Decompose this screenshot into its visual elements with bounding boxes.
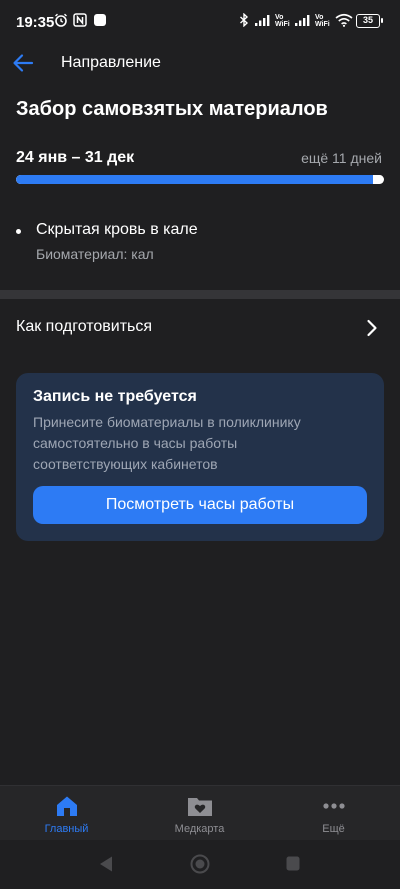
- back-button[interactable]: [10, 50, 36, 76]
- bluetooth-icon: [238, 12, 252, 28]
- nav-label-more: Ещё: [322, 823, 345, 835]
- status-bar: 19:35 Vo WiFi Vo WiFi 35: [0, 0, 400, 46]
- volte-indicator-1: Vo WiFi: [275, 14, 290, 28]
- system-nav-bar: [0, 840, 400, 889]
- view-hours-button[interactable]: Посмотреть часы работы: [33, 486, 367, 524]
- system-back-icon[interactable]: [98, 855, 114, 873]
- no-appointment-card: Запись не требуется Принесите биоматериа…: [16, 373, 384, 541]
- date-range: 24 янв – 31 дек: [16, 149, 135, 166]
- signal-icon-2: [294, 13, 311, 27]
- card-text: Принесите биоматериалы в поликлинику сам…: [33, 414, 301, 472]
- service-name: Скрытая кровь в кале: [36, 221, 198, 238]
- volte-indicator-2: Vo WiFi: [315, 14, 330, 28]
- nav-label-home: Главный: [44, 823, 89, 835]
- bullet: [16, 229, 21, 234]
- home-icon: [56, 796, 77, 816]
- nav-item-medcard[interactable]: Медкарта: [133, 786, 266, 841]
- nav-item-more[interactable]: Ещё: [267, 786, 400, 841]
- arrow-left-icon: [13, 54, 34, 72]
- app-notification-icon: [93, 13, 107, 27]
- nav-item-home[interactable]: Главный: [0, 786, 133, 841]
- app-bar: Направление: [0, 42, 400, 84]
- nav-label-medcard: Медкарта: [174, 823, 225, 835]
- how-to-prepare-row[interactable]: Как подготовиться: [0, 300, 400, 356]
- volte-text: WiFi: [275, 21, 290, 28]
- service-biomaterial: Биоматериал: кал: [36, 246, 154, 262]
- status-time: 19:35: [16, 14, 55, 31]
- volte-text: Vo: [315, 14, 324, 21]
- signal-icon-1: [254, 13, 271, 27]
- system-recents-icon[interactable]: [286, 856, 300, 871]
- alarm-icon: [54, 13, 68, 27]
- bottom-nav: Главный Медкарта Ещё: [0, 785, 400, 840]
- validity-progress-bar: [16, 175, 384, 184]
- volte-text: Vo: [275, 14, 284, 21]
- more-icon: [322, 803, 345, 809]
- volte-text: WiFi: [315, 21, 330, 28]
- wifi-icon: [335, 13, 353, 27]
- days-left: ещё 11 дней: [301, 150, 382, 166]
- section-divider: [0, 290, 400, 299]
- system-home-icon[interactable]: [190, 854, 210, 874]
- nfc-icon: [73, 13, 87, 27]
- how-to-prepare-label: Как подготовиться: [16, 318, 153, 335]
- card-title: Запись не требуется: [33, 388, 197, 405]
- page-title: Забор самовзятых материалов: [16, 98, 328, 120]
- chevron-right-icon: [367, 319, 377, 337]
- medcard-icon: [187, 798, 212, 816]
- battery-icon: 35: [356, 14, 383, 28]
- progress-fill: [16, 175, 373, 184]
- app-bar-title: Направление: [61, 54, 161, 71]
